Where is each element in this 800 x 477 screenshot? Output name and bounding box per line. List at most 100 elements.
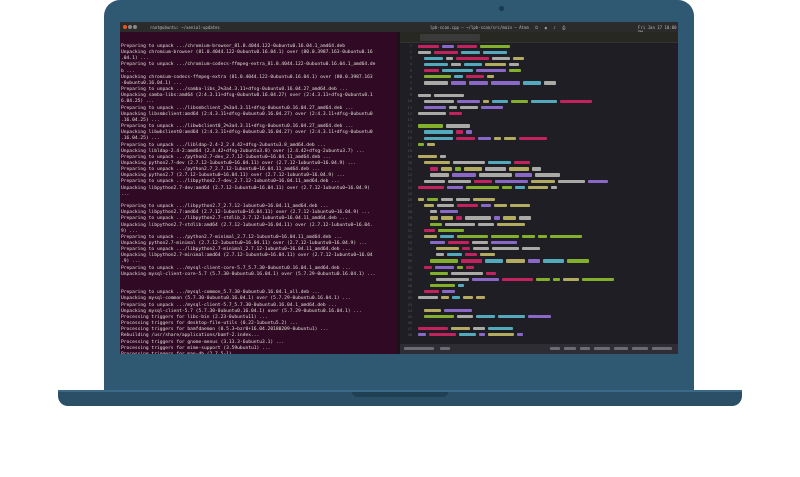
line-number: 48 [407,333,412,338]
terminal-window[interactable]: Preparing to unpack .../chromium-browser… [120,32,398,354]
code-token [446,56,453,60]
terminal-line: Unpacking mysql-client-5.7 (5.7.30-0ubun… [121,308,362,314]
code-token [465,216,491,220]
code-token [553,277,560,282]
code-token [519,136,547,140]
code-token [480,253,495,257]
code-token [567,259,589,263]
code-token [424,105,446,110]
code-token [447,185,463,189]
code-token [424,314,454,318]
code-token [424,228,435,232]
code-token [473,247,489,251]
code-token [418,124,443,128]
code-token [479,333,485,337]
status-git-branch[interactable] [594,347,610,350]
code-token [456,198,470,202]
code-token [486,271,496,275]
code-token [418,93,431,97]
webcam-icon [499,6,504,11]
code-token [456,136,475,140]
status-grammar[interactable] [580,347,590,350]
code-token [543,259,564,263]
code-token [447,253,462,257]
code-token [424,265,432,269]
code-token [427,142,435,146]
code-token [509,62,519,67]
code-area[interactable] [418,43,676,343]
code-token [461,50,480,54]
code-token [588,179,608,183]
maximize-window-icon[interactable] [133,25,137,29]
code-token [481,105,503,110]
code-token [430,222,442,226]
status-line-ending[interactable] [550,347,560,350]
terminal-output: Preparing to unpack .../chromium-browser… [120,44,398,354]
code-token [424,308,441,312]
code-token [441,167,452,171]
status-file-path[interactable] [404,347,434,350]
code-token [424,136,453,140]
code-token [463,296,473,300]
code-token [515,173,532,177]
status-cursor-position[interactable] [440,347,450,350]
code-token [487,75,494,79]
code-token [528,259,540,263]
code-token [441,198,453,202]
terminal-line: Unpacking libsmbclient:amd64 (2:4.3.11+d… [121,111,373,117]
window-controls[interactable] [123,25,138,30]
code-token [473,198,495,202]
code-token [498,314,525,318]
code-token [472,277,499,282]
code-token [437,204,454,208]
code-token [466,75,484,79]
code-line [418,332,676,338]
code-token [424,99,454,103]
status-github-icon[interactable] [614,347,628,350]
editor-tab-active[interactable] [420,34,480,41]
code-token [424,56,443,60]
close-window-icon[interactable] [123,25,127,29]
code-token [528,314,551,318]
code-token [430,173,449,177]
system-tray-icons[interactable]: ⏻ ◉ ♪ ⎙ [535,25,567,30]
code-editor-window[interactable]: 1 2 3 4 5 6 7 8 9 10 11 12 13 14 15 16 17 18 19 20 21 22 23 24 2… [400,32,678,354]
code-token [544,81,556,85]
code-token [424,204,434,208]
code-token [430,210,437,214]
code-token [442,69,473,73]
code-token [523,81,541,85]
code-token [457,314,473,318]
code-token [535,173,560,177]
code-token [418,185,444,189]
status-git-diff[interactable] [632,347,648,350]
minimize-window-icon[interactable] [128,25,132,29]
code-token [478,222,494,226]
status-encoding[interactable] [564,347,576,350]
code-token [582,277,614,282]
code-token [502,185,512,189]
code-token [418,142,424,146]
code-token [503,216,516,220]
code-token [418,296,438,300]
code-token [494,204,507,208]
code-token [444,308,472,312]
code-token [476,296,485,300]
code-token [502,277,533,282]
code-token [418,198,424,202]
terminal-line: Unpacking libwbclient0:amd64 (2:4.3.11+d… [121,130,373,136]
editor-tab-bar [400,32,678,43]
code-token [473,326,485,331]
code-token [560,99,592,103]
terminal-line: Unpacking chromium-browser (81.0.4044.12… [121,50,373,56]
code-token [456,56,489,60]
code-token [448,241,469,245]
code-token [476,314,495,318]
code-token [458,283,464,288]
code-token [466,185,499,189]
code-token [457,204,478,208]
code-token [452,173,476,177]
status-updates[interactable] [652,347,672,350]
terminal-line: Preparing to unpack .../chromium-codecs-… [121,62,376,68]
code-token [522,234,535,239]
